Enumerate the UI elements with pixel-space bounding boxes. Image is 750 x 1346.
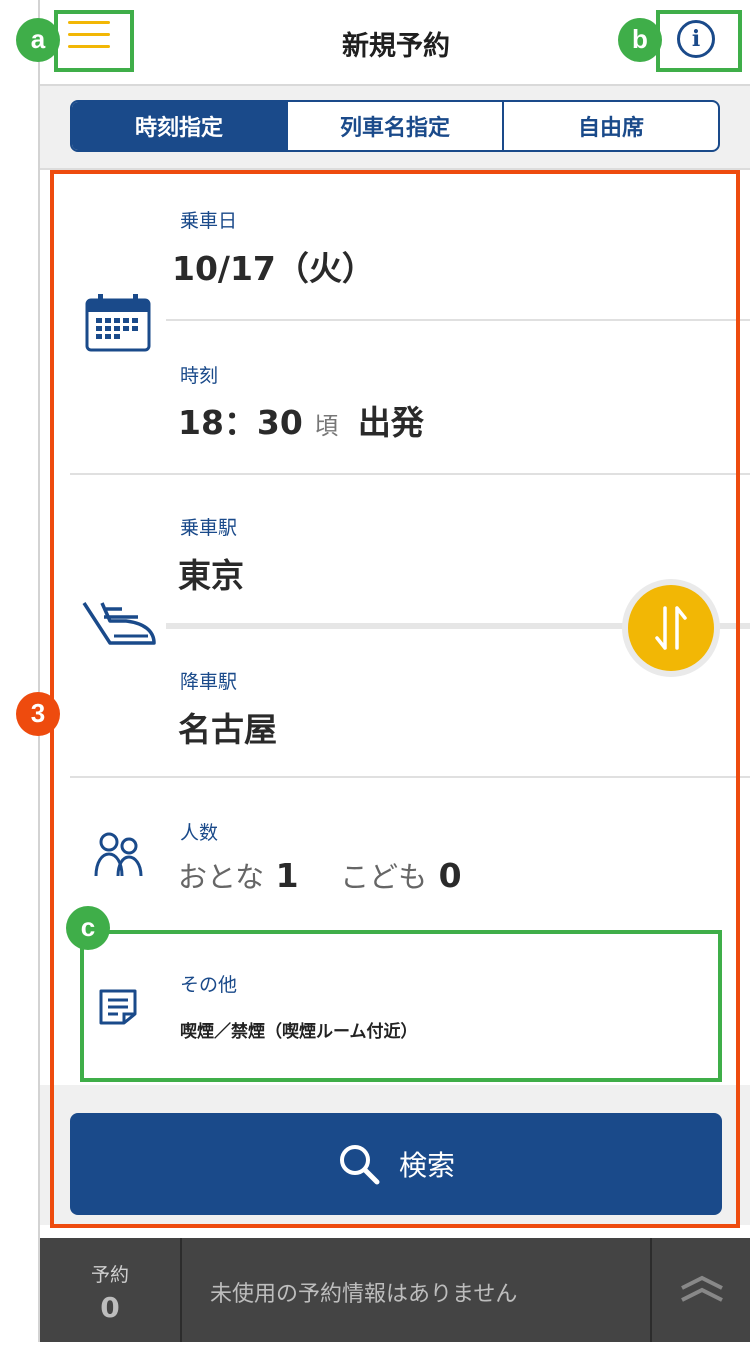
reservation-count: 0: [100, 1291, 120, 1324]
annotation-badge-a: a: [16, 18, 60, 62]
reservation-bar[interactable]: 予約 0 未使用の予約情報はありません: [40, 1238, 750, 1342]
chevron-double-up-icon: [681, 1275, 723, 1302]
annotation-box-a: [54, 10, 134, 72]
tab-time[interactable]: 時刻指定: [72, 102, 286, 150]
annotation-badge-3: 3: [16, 692, 60, 736]
tab-non-reserved[interactable]: 自由席: [502, 102, 718, 150]
reservation-count-block: 予約 0: [40, 1238, 182, 1342]
reservation-label: 予約: [90, 1264, 129, 1286]
tabs-band: 時刻指定 列車名指定 自由席: [40, 86, 750, 170]
expand-button[interactable]: [650, 1238, 750, 1342]
reservation-message: 未使用の予約情報はありません: [210, 1282, 518, 1307]
annotation-box-c: [80, 930, 722, 1082]
tab-train-name[interactable]: 列車名指定: [286, 102, 502, 150]
annotation-badge-c: c: [66, 906, 110, 950]
search-mode-tabs: 時刻指定 列車名指定 自由席: [70, 100, 720, 152]
annotation-badge-b: b: [618, 18, 662, 62]
annotation-box-b: [656, 10, 742, 72]
